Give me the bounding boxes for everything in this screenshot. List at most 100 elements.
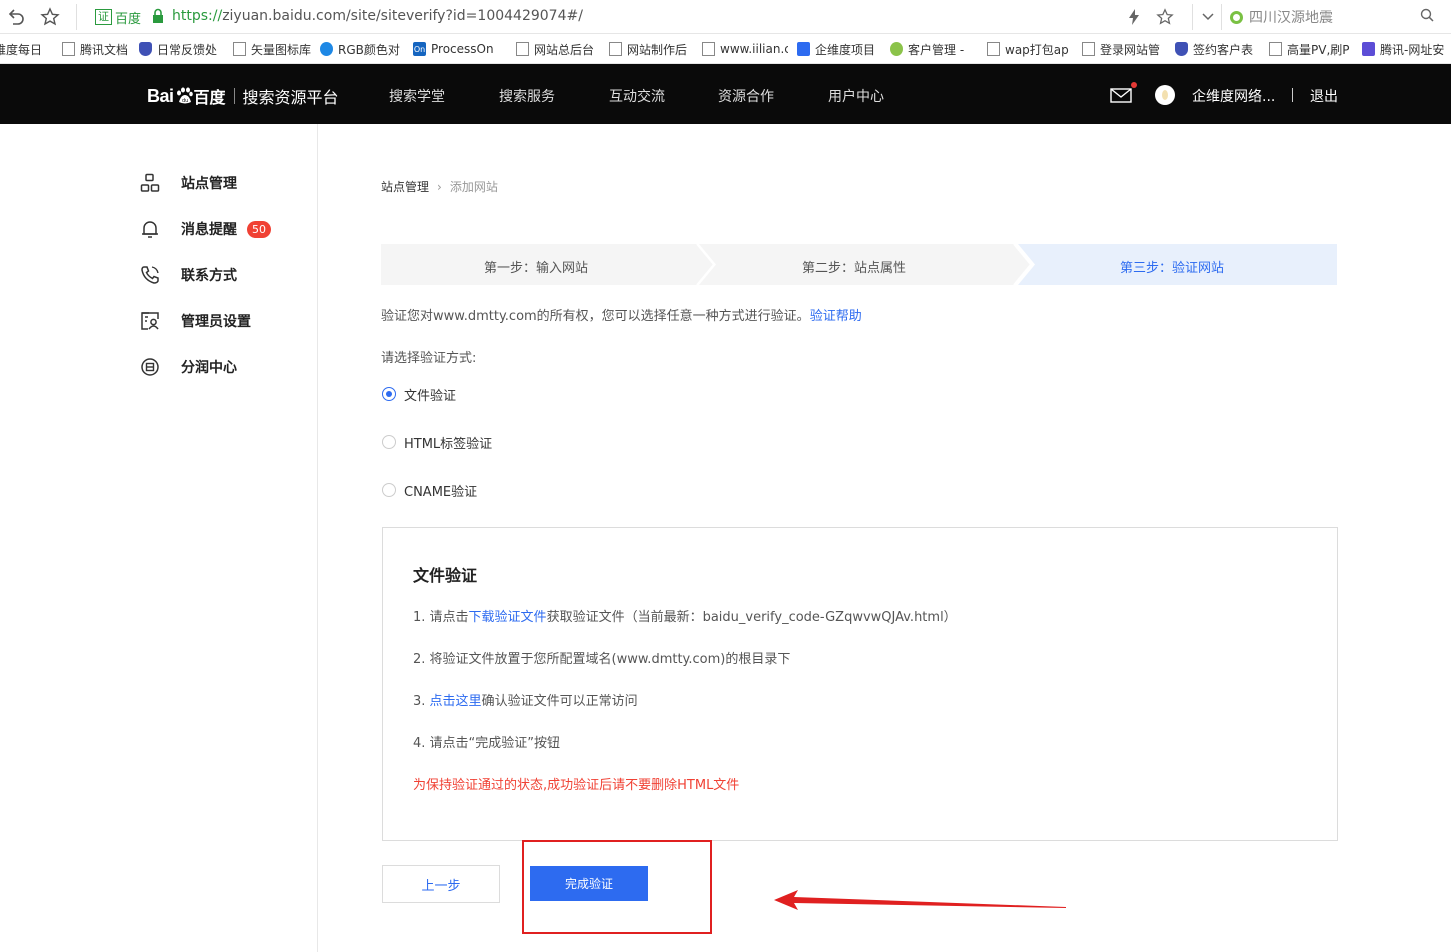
page-icon [516, 42, 529, 56]
choose-method-label: 请选择验证方式: [381, 351, 477, 366]
instruction-3-suffix: 确认验证文件可以正常访问 [481, 694, 638, 709]
annotation-highlight-box [522, 840, 712, 934]
user-separator [1292, 88, 1293, 102]
avatar[interactable] [1155, 85, 1175, 105]
chevron-down-icon[interactable] [1196, 5, 1220, 29]
logout-link[interactable]: 退出 [1310, 86, 1338, 106]
revenue-share-icon [138, 356, 162, 378]
address-divider [76, 4, 77, 30]
site-manage-icon [138, 172, 162, 194]
bookmark-item[interactable]: 网站总后台 [516, 41, 596, 57]
instruction-2: 2. 将验证文件放置于您所配置域名(www.dmtty.com)的根目录下 [413, 652, 791, 667]
url-field[interactable]: https://ziyuan.baidu.com/site/siteverify… [172, 8, 583, 24]
sidebar-item-admin[interactable]: 管理员设置 [138, 309, 251, 333]
lightning-icon[interactable] [1122, 5, 1146, 29]
instruction-4: 4. 请点击“完成验证”按钮 [413, 736, 561, 751]
bookmark-label: wap打包ap [1005, 42, 1069, 57]
bookmark-label: 日常反馈处 [157, 42, 218, 57]
site-favicon-icon [320, 42, 333, 56]
address-divider-3 [1221, 4, 1222, 30]
search-query: 四川汉源地震 [1249, 10, 1333, 26]
nav-interaction[interactable]: 互动交流 [609, 86, 665, 106]
bookmark-item[interactable]: RGB颜色对 [320, 41, 405, 57]
bookmark-star-icon[interactable] [38, 5, 62, 29]
bookmark-label: 维度每日 [0, 42, 43, 57]
nav-resource-cooperation[interactable]: 资源合作 [718, 86, 774, 106]
instruction-3: 3. 点击这里确认验证文件可以正常访问 [413, 690, 638, 709]
radio-file-verification[interactable]: 文件验证 [382, 385, 456, 404]
sidebar-item-revenue[interactable]: 分润中心 [138, 355, 237, 379]
bookmark-item[interactable]: 签约客户表 [1175, 41, 1259, 57]
step-progress: 第一步：输入网站 第二步：站点属性 第三步：验证网站 [381, 244, 1337, 285]
breadcrumb-site-manage[interactable]: 站点管理 [381, 178, 429, 195]
verification-help-link[interactable]: 验证帮助 [810, 309, 862, 324]
username[interactable]: 企维度网络... [1192, 86, 1275, 106]
step-2: 第二步：站点属性 [802, 261, 907, 276]
bookmark-item[interactable]: On ProcessOn [413, 41, 505, 57]
browser-address-bar: 证 百度 https://ziyuan.baidu.com/site/sitev… [0, 0, 1451, 34]
back-icon[interactable] [4, 5, 28, 29]
svg-text:du: du [182, 98, 188, 104]
sidebar-item-label: 管理员设置 [181, 314, 251, 330]
bookmark-item[interactable]: 日常反馈处 [139, 41, 221, 57]
sidebar-item-site-manage[interactable]: 站点管理 [138, 171, 237, 195]
check-access-link[interactable]: 点击这里 [430, 694, 482, 709]
favorite-star-icon[interactable] [1153, 5, 1177, 29]
instruction-1: 1. 请点击下载验证文件获取验证文件（当前最新：baidu_verify_cod… [413, 606, 957, 625]
baidu-logo[interactable]: Bai du 百度 搜索资源平台 [147, 84, 339, 108]
bookmark-label: 签约客户表 [1193, 42, 1254, 57]
radio-html-tag-verification[interactable]: HTML标签验证 [382, 433, 492, 452]
site-favicon-icon: On [413, 42, 426, 56]
instruction-1-prefix: 1. 请点击 [413, 610, 469, 625]
bookmark-item[interactable]: www.iilian.c [702, 41, 788, 57]
nav-search-academy[interactable]: 搜索学堂 [389, 86, 445, 106]
paw-icon: du [176, 87, 193, 104]
bookmark-label: 企维度项目 [815, 42, 876, 57]
logo-baidu-text: 百度 [193, 88, 226, 107]
nav-search-service[interactable]: 搜索服务 [499, 86, 555, 106]
bookmark-item[interactable]: 腾讯文档 [62, 41, 132, 57]
page-icon [702, 42, 715, 56]
step-3-active: 第三步：验证网站 [1120, 261, 1225, 276]
bookmark-label: 高量PV,刷P [1287, 42, 1350, 57]
breadcrumb-add-site: 添加网站 [449, 180, 498, 194]
sidebar-item-messages[interactable]: 消息提醒 50 [138, 217, 271, 241]
admin-settings-icon [138, 310, 162, 332]
bookmark-item[interactable]: 腾讯-网址安 [1362, 41, 1451, 57]
breadcrumb: 站点管理 › 添加网站 [381, 178, 498, 195]
search-icon[interactable] [1420, 8, 1434, 22]
bookmark-item[interactable]: 登录网站管 [1082, 41, 1164, 57]
bookmark-label: ProcessOn [431, 42, 494, 56]
page-icon [987, 42, 1000, 56]
bookmark-item[interactable]: 网站制作后 [609, 41, 689, 57]
radio-cname-verification[interactable]: CNAME验证 [382, 481, 478, 500]
sidebar-item-label: 联系方式 [181, 268, 237, 284]
bookmark-item[interactable]: 客户管理 - [890, 41, 974, 57]
sidebar-item-contact[interactable]: 联系方式 [138, 263, 237, 287]
certificate-badge[interactable]: 证 百度 [95, 8, 141, 27]
page-icon [1082, 42, 1095, 56]
download-verify-file-link[interactable]: 下载验证文件 [469, 610, 547, 625]
bookmark-label: 网站制作后 [627, 42, 688, 57]
radio-unchecked-icon [382, 483, 396, 497]
instruction-1-suffix: 获取验证文件（当前最新：baidu_verify_code-GZqwvwQJAv… [546, 610, 957, 625]
radio-label: CNAME验证 [404, 484, 478, 500]
bookmark-item[interactable]: 企维度项目 [797, 41, 879, 57]
bookmark-item[interactable]: wap打包ap [987, 41, 1069, 57]
nav-user-center[interactable]: 用户中心 [828, 86, 884, 106]
bookmark-label: 腾讯-网址安 [1380, 42, 1445, 57]
url-path: ziyuan.baidu.com/site/siteverify?id=1004… [222, 8, 583, 24]
notification-dot [1131, 82, 1137, 88]
sidebar-item-label: 消息提醒 [181, 222, 237, 238]
verification-description: 验证您对www.dmtty.com的所有权，您可以选择任意一种方式进行验证。验证… [381, 305, 862, 324]
mail-icon[interactable] [1110, 88, 1132, 103]
bookmark-item[interactable]: 矢量图标库 [233, 41, 313, 57]
bookmark-label: 矢量图标库 [251, 42, 312, 57]
search-box[interactable]: 四川汉源地震 [1230, 5, 1440, 29]
sidebar: 站点管理 消息提醒 50 联系方式 管理员设置 分润中心 [0, 124, 318, 952]
bookmark-item[interactable]: 高量PV,刷P [1269, 41, 1353, 57]
bookmark-item[interactable]: 维度每日 [0, 41, 44, 57]
bookmark-label: RGB颜色对 [338, 42, 400, 57]
message-count-badge: 50 [247, 220, 271, 238]
previous-step-button[interactable]: 上一步 [382, 865, 500, 903]
